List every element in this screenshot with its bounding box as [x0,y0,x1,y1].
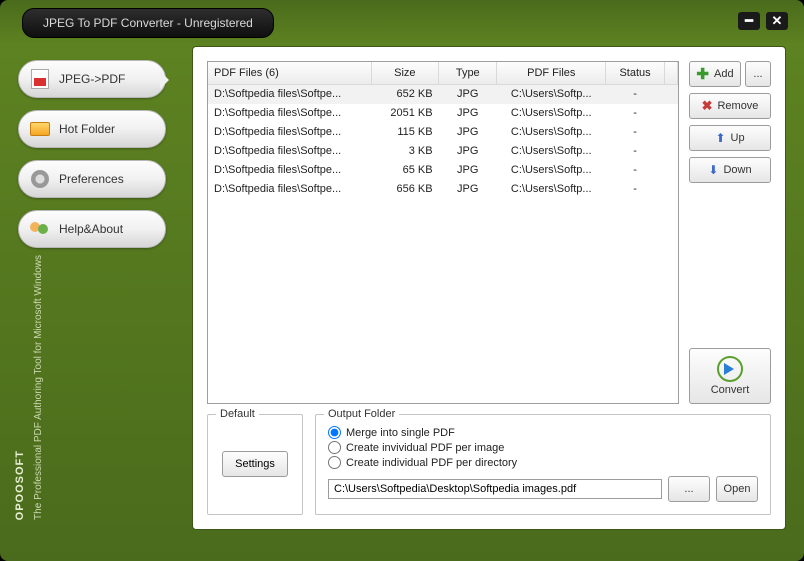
brand-text: OPOOSOFT [14,450,26,520]
table-row[interactable]: D:\Softpedia files\Softpe...652 KBJPGC:\… [208,85,678,104]
settings-button[interactable]: Settings [222,451,288,477]
remove-button[interactable]: ✖Remove [689,93,771,119]
sidebar-item-label: JPEG->PDF [59,72,125,86]
folder-icon [29,118,51,140]
play-icon [717,356,743,382]
table-row[interactable]: D:\Softpedia files\Softpe...115 KBJPGC:\… [208,123,678,142]
output-folder-group: Output Folder Merge into single PDF Crea… [315,414,771,515]
down-button[interactable]: ⬇Down [689,157,771,183]
add-more-button[interactable]: ... [745,61,771,87]
output-path-input[interactable] [328,479,662,499]
close-button[interactable]: ✕ [766,12,788,30]
default-legend: Default [216,408,259,420]
main-panel: PDF Files (6) Size Type PDF Files Status… [192,46,786,530]
down-arrow-icon: ⬇ [708,163,718,177]
default-group: Default Settings [207,414,303,515]
radio-per-image[interactable]: Create invividual PDF per image [328,440,758,455]
people-icon [29,218,51,240]
window-title: JPEG To PDF Converter - Unregistered [22,8,274,38]
plus-icon: ✚ [696,65,709,83]
sidebar-item-help-about[interactable]: Help&About [18,210,166,248]
output-legend: Output Folder [324,408,399,420]
sidebar-item-jpeg-pdf[interactable]: JPEG->PDF [18,60,166,98]
gear-icon [29,168,51,190]
minimize-button[interactable]: ━ [738,12,760,30]
col-status[interactable]: Status [606,62,665,85]
sidebar-item-label: Hot Folder [59,122,115,136]
col-pdf[interactable]: PDF Files [497,62,606,85]
up-button[interactable]: ⬆Up [689,125,771,151]
sidebar-item-preferences[interactable]: Preferences [18,160,166,198]
convert-button[interactable]: Convert [689,348,771,404]
col-type[interactable]: Type [439,62,497,85]
pdf-icon [29,68,51,90]
radio-per-directory[interactable]: Create individual PDF per directory [328,455,758,470]
remove-icon: ✖ [702,98,713,114]
radio-merge[interactable]: Merge into single PDF [328,425,758,440]
tagline-text: The Professional PDF Authoring Tool for … [32,255,46,520]
add-button[interactable]: ✚Add [689,61,741,87]
col-size[interactable]: Size [371,62,439,85]
table-row[interactable]: D:\Softpedia files\Softpe...2051 KBJPGC:… [208,104,678,123]
sidebar-item-hot-folder[interactable]: Hot Folder [18,110,166,148]
table-row[interactable]: D:\Softpedia files\Softpe...656 KBJPGC:\… [208,180,678,199]
titlebar: JPEG To PDF Converter - Unregistered ━ ✕ [0,0,804,46]
sidebar-item-label: Preferences [59,172,124,186]
open-button[interactable]: Open [716,476,758,502]
sidebar-item-label: Help&About [59,222,123,236]
sidebar: JPEG->PDF Hot Folder Preferences Help&Ab… [0,46,192,548]
table-row[interactable]: D:\Softpedia files\Softpe...3 KBJPGC:\Us… [208,142,678,161]
file-table[interactable]: PDF Files (6) Size Type PDF Files Status… [207,61,679,404]
up-arrow-icon: ⬆ [715,131,725,145]
browse-button[interactable]: ... [668,476,710,502]
table-row[interactable]: D:\Softpedia files\Softpe...65 KBJPGC:\U… [208,161,678,180]
col-file[interactable]: PDF Files (6) [208,62,371,85]
